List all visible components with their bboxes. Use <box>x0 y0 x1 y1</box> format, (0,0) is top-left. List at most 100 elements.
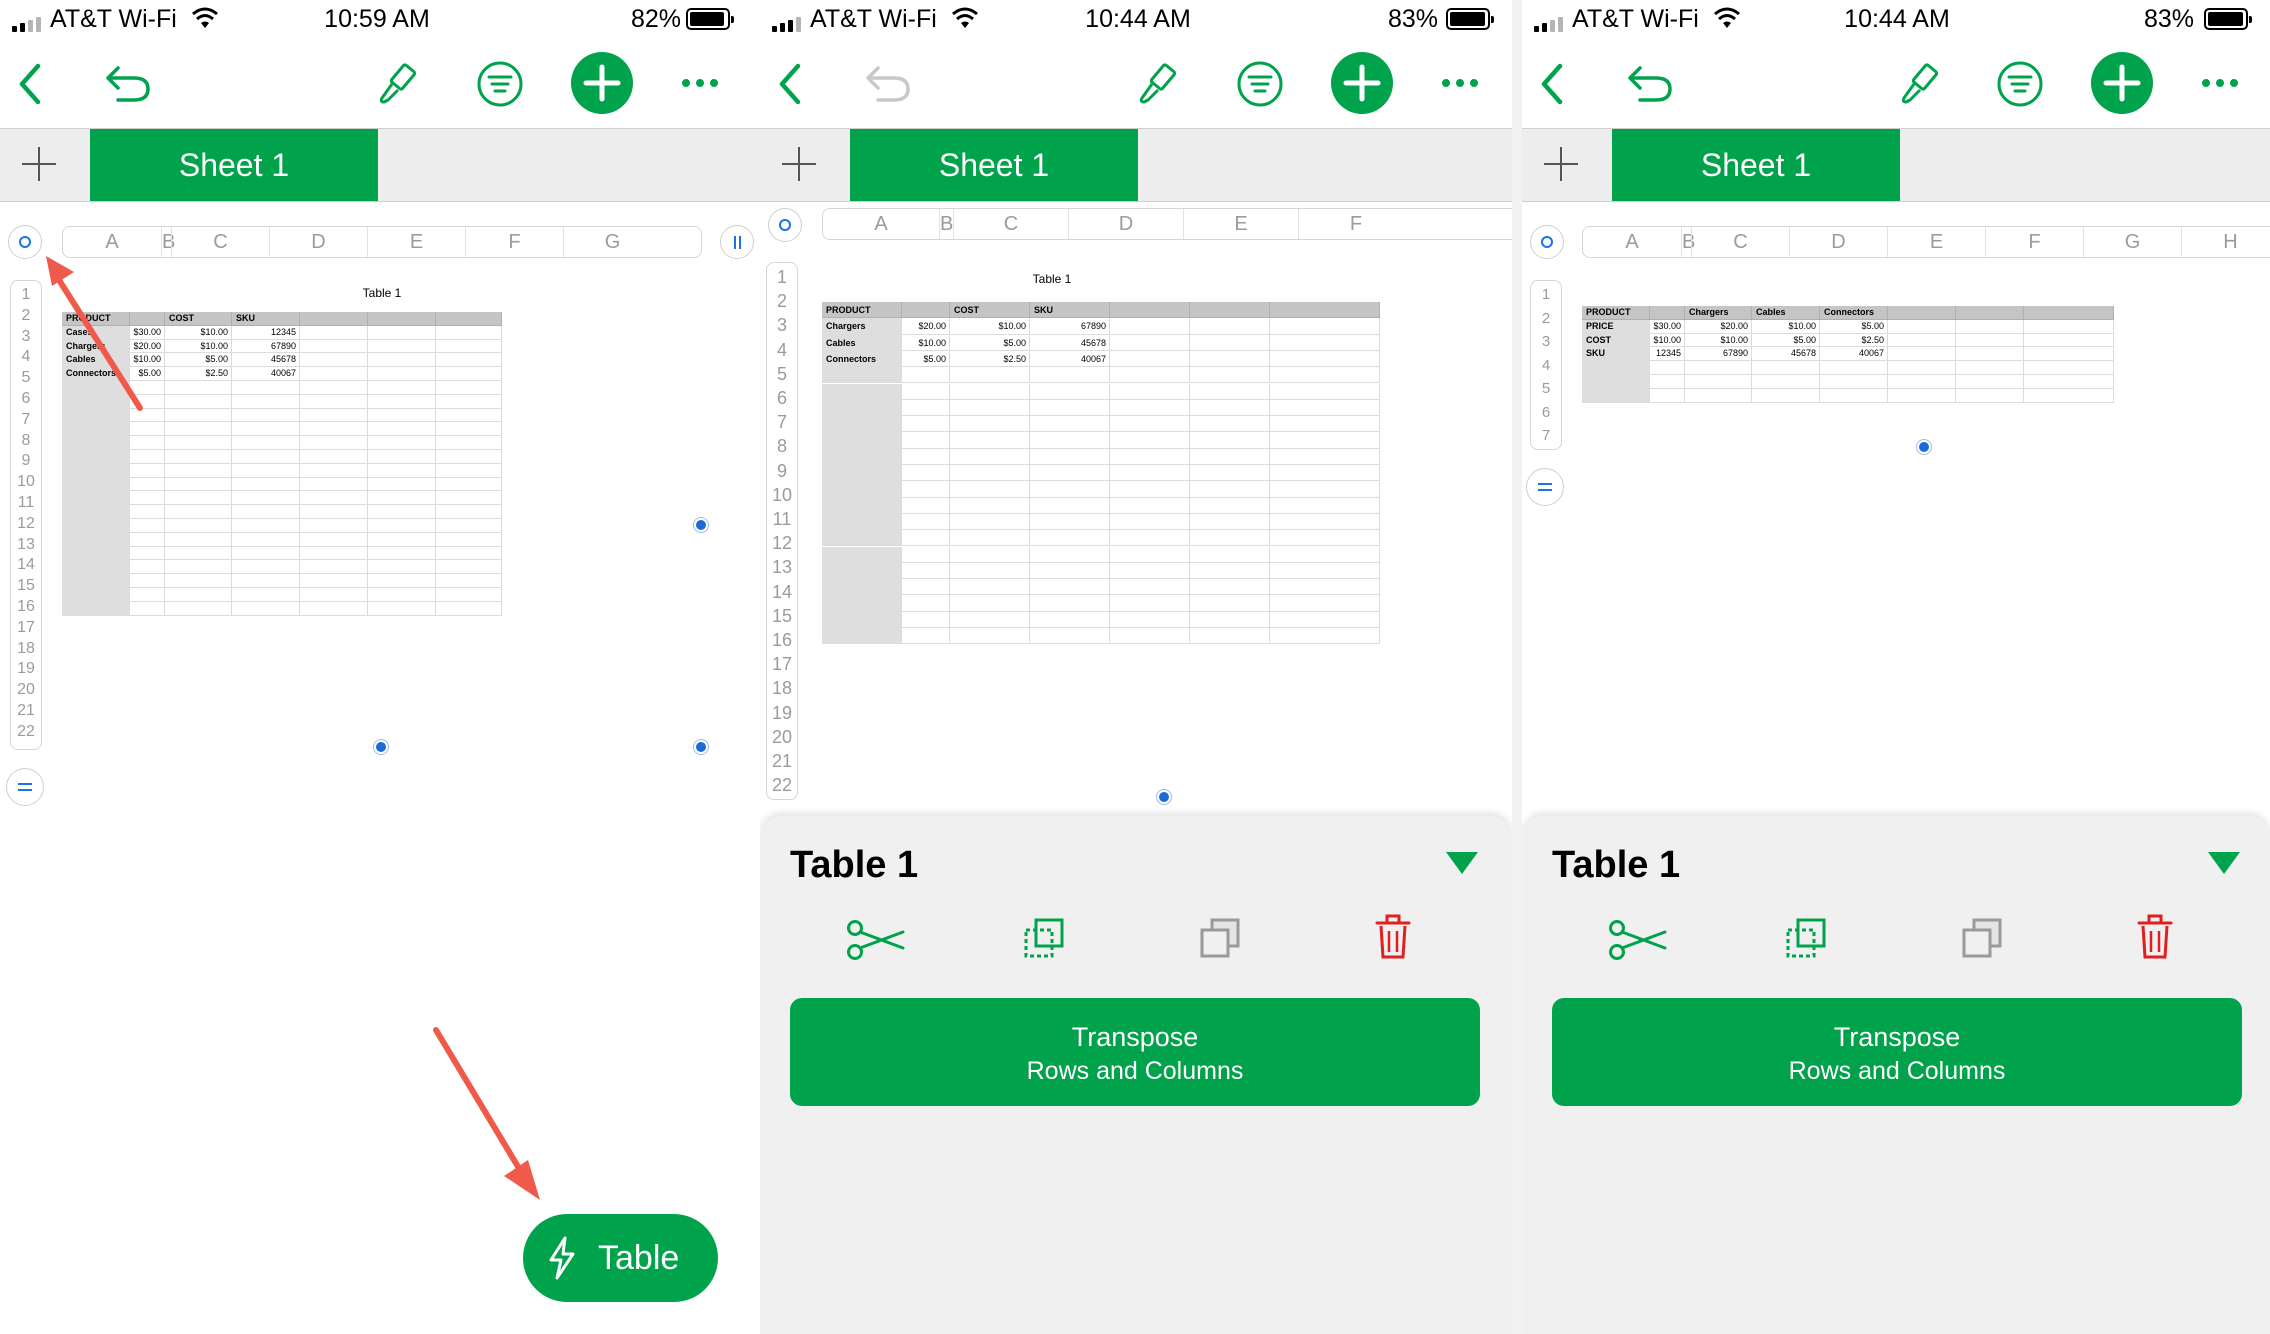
table-cell[interactable] <box>300 325 368 340</box>
table-cell[interactable] <box>950 595 1030 612</box>
table-cell[interactable]: SKU <box>1582 347 1650 362</box>
table-cell[interactable]: $10.00 <box>902 334 950 351</box>
table-cell[interactable]: Chargers <box>822 318 902 335</box>
table-cell[interactable] <box>62 546 130 561</box>
table-cell[interactable] <box>368 312 436 326</box>
transpose-button[interactable]: Transpose Rows and Columns <box>1552 998 2242 1106</box>
table-cell[interactable] <box>1110 350 1190 368</box>
table-cell[interactable] <box>232 463 300 478</box>
row-label[interactable]: 10 <box>11 472 41 493</box>
table-cell[interactable] <box>368 477 436 492</box>
table-cell[interactable] <box>950 579 1030 596</box>
table-cell[interactable] <box>1956 375 2024 389</box>
row-label[interactable]: 15 <box>767 604 797 628</box>
table-cell[interactable] <box>1650 306 1685 320</box>
table-cell[interactable] <box>1270 595 1380 612</box>
table-cell[interactable] <box>822 416 902 433</box>
table-cell[interactable] <box>1752 375 1820 389</box>
table-cell[interactable] <box>950 416 1030 433</box>
table-cell[interactable]: COST <box>165 312 232 326</box>
paste-icon[interactable] <box>1960 916 2006 962</box>
row-label[interactable]: 7 <box>1531 424 1561 448</box>
row-label[interactable]: 22 <box>11 722 41 743</box>
table-cell[interactable] <box>822 432 902 449</box>
row-label[interactable]: 19 <box>11 659 41 680</box>
table-cell[interactable] <box>1820 375 1888 389</box>
column-label[interactable]: A <box>823 209 939 239</box>
row-label[interactable]: 21 <box>11 701 41 722</box>
table-cell[interactable]: $10.00 <box>1685 333 1752 348</box>
table-cell[interactable] <box>232 450 300 464</box>
table-cell[interactable] <box>1190 611 1270 628</box>
add-sheet-button[interactable] <box>1544 147 1578 181</box>
table-cell[interactable]: Connectors <box>822 350 902 368</box>
table-cell[interactable] <box>368 381 436 395</box>
table-cell[interactable]: $10.00 <box>165 339 232 354</box>
data-table[interactable]: Table 1 PRODUCT COST SKU Chargers $20.00 $10.… <box>822 268 1512 800</box>
table-cell[interactable] <box>436 560 502 575</box>
table-cell[interactable]: PRICE <box>1582 319 1650 334</box>
table-cell[interactable] <box>1270 497 1380 514</box>
table-cell[interactable] <box>1650 375 1685 389</box>
table-cell[interactable]: 67890 <box>1030 318 1110 335</box>
table-cell[interactable] <box>902 367 950 384</box>
table-cell[interactable] <box>822 481 902 498</box>
table-cell[interactable] <box>130 477 165 492</box>
table-cell[interactable] <box>1190 416 1270 433</box>
table-cell[interactable] <box>165 532 232 547</box>
more-icon[interactable] <box>1440 76 1480 90</box>
table-cell[interactable] <box>62 491 130 506</box>
table-cell[interactable] <box>1190 399 1270 417</box>
table-cell[interactable] <box>1888 306 1956 320</box>
copy-icon[interactable] <box>1784 916 1830 962</box>
table-cell[interactable] <box>300 422 368 437</box>
table-cell[interactable] <box>1190 497 1270 514</box>
filter-icon[interactable] <box>1236 60 1284 108</box>
table-cell[interactable] <box>1190 318 1270 335</box>
table-cell[interactable] <box>902 465 950 482</box>
table-cell[interactable] <box>165 394 232 409</box>
table-cell[interactable] <box>130 491 165 506</box>
table-cell[interactable] <box>436 394 502 409</box>
table-cell[interactable] <box>232 601 300 616</box>
table-cell[interactable] <box>902 399 950 417</box>
table-cell[interactable] <box>1030 383 1110 400</box>
table-resize-handle[interactable] <box>1917 440 1931 454</box>
table-cell[interactable] <box>436 339 502 354</box>
copy-icon[interactable] <box>1022 916 1068 962</box>
table-cell[interactable] <box>436 436 502 450</box>
row-label[interactable]: 6 <box>767 386 797 410</box>
table-cell[interactable] <box>368 422 436 437</box>
table-cell[interactable] <box>368 394 436 409</box>
table-cell[interactable] <box>165 560 232 575</box>
table-cell[interactable] <box>822 579 902 596</box>
table-cell[interactable] <box>1685 388 1752 403</box>
table-cell[interactable] <box>1888 388 1956 403</box>
row-label[interactable]: 3 <box>767 313 797 337</box>
table-cell[interactable] <box>1956 347 2024 362</box>
column-label[interactable]: E <box>1183 209 1298 239</box>
table-cell[interactable] <box>1110 334 1190 351</box>
row-label[interactable]: 14 <box>767 580 797 604</box>
table-cell[interactable] <box>232 422 300 437</box>
table-cell[interactable]: 45678 <box>1752 347 1820 362</box>
trash-icon[interactable] <box>2137 914 2173 960</box>
table-cell[interactable] <box>1270 416 1380 433</box>
row-label[interactable]: 4 <box>1531 354 1561 378</box>
table-cell[interactable] <box>62 532 130 547</box>
table-cell[interactable]: $5.00 <box>165 353 232 368</box>
undo-icon[interactable] <box>864 64 912 104</box>
table-cell[interactable] <box>165 381 232 395</box>
table-cell[interactable] <box>1110 497 1190 514</box>
row-label[interactable]: 15 <box>11 576 41 597</box>
table-cell[interactable]: SKU <box>1030 302 1110 319</box>
table-cell[interactable]: COST <box>1582 333 1650 348</box>
table-cell[interactable] <box>368 546 436 561</box>
column-label[interactable]: G <box>563 227 661 257</box>
column-label[interactable]: B <box>1681 227 1695 257</box>
table-cell[interactable] <box>1110 399 1190 417</box>
row-label[interactable]: 20 <box>11 680 41 701</box>
table-cell[interactable] <box>130 588 165 602</box>
table-cell[interactable] <box>232 491 300 506</box>
table-cell[interactable] <box>62 436 130 450</box>
